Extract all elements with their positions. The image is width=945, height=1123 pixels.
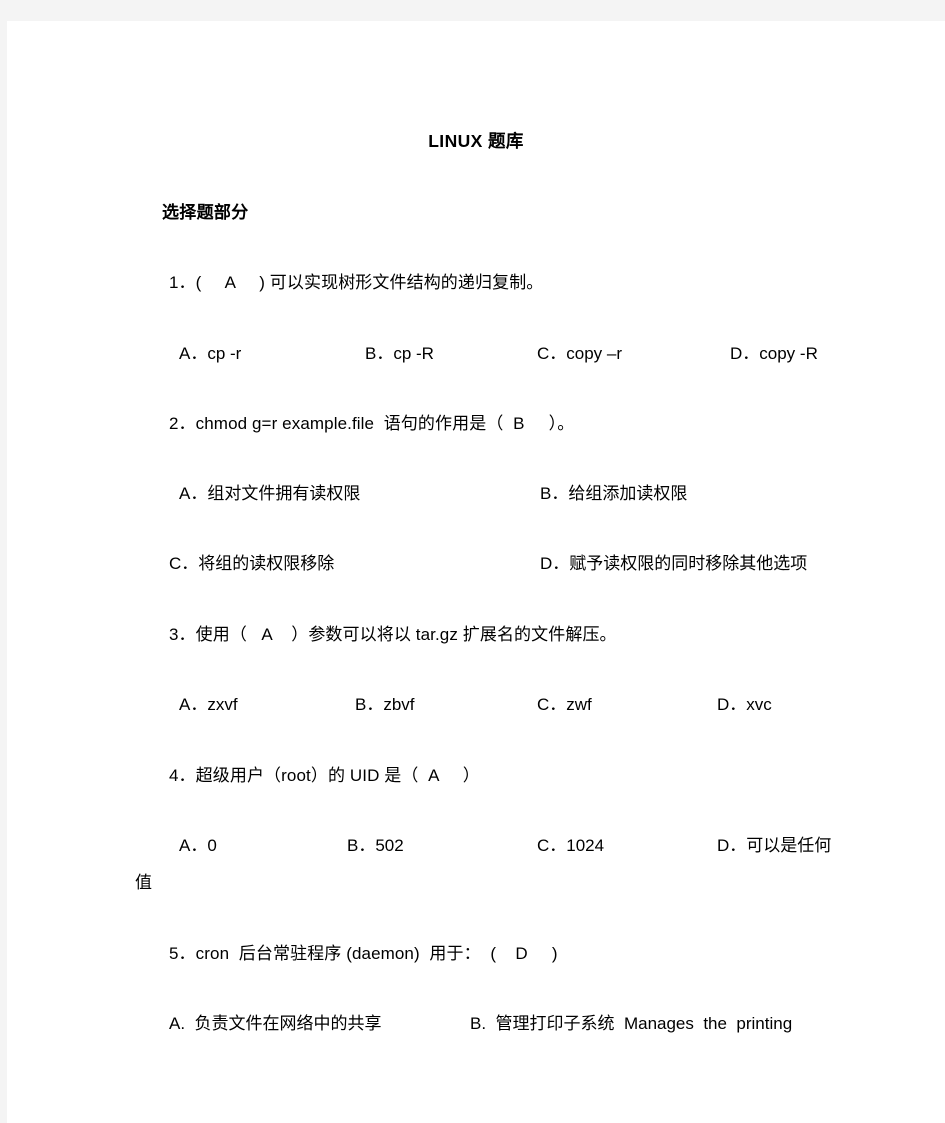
- option-q4-c: C．1024: [537, 836, 605, 855]
- option-q3-d: D．xvc: [717, 695, 772, 714]
- option-q4-d: D．可以是任何: [717, 836, 832, 855]
- section-heading: 选择题部分: [162, 203, 249, 222]
- option-q2-c: C．将组的读权限移除: [169, 554, 335, 573]
- option-q3-b: B．zbvf: [355, 695, 415, 714]
- option-row-q3-0: A．zxvf B．zbvf C．zwf D．xvc: [7, 695, 945, 717]
- question-stem-4: 4．超级用户（root）的 UID 是（ A ）: [169, 766, 480, 785]
- viewer-top-band: [0, 0, 945, 21]
- question-stem-1: 1．( A ) 可以实现树形文件结构的递归复制。: [169, 273, 544, 292]
- option-q5-a: A. 负责文件在网络中的共享: [169, 1014, 382, 1033]
- option-row-q2-0: A．组对文件拥有读权限 B．给组添加读权限: [7, 484, 945, 506]
- option-q4-a: A．0: [179, 836, 217, 855]
- option-q1-d: D．copy -R: [730, 344, 818, 363]
- option-q2-b: B．给组添加读权限: [540, 484, 688, 503]
- document-title: LINUX 题库: [428, 131, 524, 151]
- question-stem-3: 3．使用（ A ）参数可以将以 tar.gz 扩展名的文件解压。: [169, 625, 617, 644]
- document-viewer: LINUX 题库 选择题部分 1．( A ) 可以实现树形文件结构的递归复制。 A…: [0, 0, 945, 1123]
- question-stem-2: 2．chmod g=r example.file 语句的作用是（ B ）。: [169, 414, 575, 433]
- option-q5-b: B. 管理打印子系统 Manages the printing: [470, 1014, 793, 1033]
- document-content: LINUX 题库 选择题部分 1．( A ) 可以实现树形文件结构的递归复制。 A…: [7, 21, 945, 1123]
- option-q3-c: C．zwf: [537, 695, 592, 714]
- viewer-left-band: [0, 0, 7, 1123]
- option-q2-a: A．组对文件拥有读权限: [179, 484, 361, 503]
- option-row-q1-0: A．cp -r B．cp -R C．copy –r D．copy -R: [7, 344, 945, 366]
- option-q1-b: B．cp -R: [365, 344, 434, 363]
- option-q1-c: C．copy –r: [537, 344, 623, 363]
- option-q3-a: A．zxvf: [179, 695, 238, 714]
- option-q2-d: D．赋予读权限的同时移除其他选项: [540, 554, 808, 573]
- option-row-q5-0: A. 负责文件在网络中的共享 B. 管理打印子系统 Manages the pri…: [7, 1014, 945, 1036]
- option-q4-b: B．502: [347, 836, 404, 855]
- option-row-q4-0: A．0 B．502 C．1024 D．可以是任何: [7, 836, 945, 858]
- document-page: LINUX 题库 选择题部分 1．( A ) 可以实现树形文件结构的递归复制。 A…: [7, 21, 945, 1123]
- question-stem-5: 5．cron 后台常驻程序 (daemon) 用于： ( D ): [169, 944, 558, 963]
- option-q1-a: A．cp -r: [179, 344, 242, 363]
- option-row-q2-1: C．将组的读权限移除 D．赋予读权限的同时移除其他选项: [7, 554, 945, 576]
- option-wrap-continuation-q4: 值: [135, 873, 152, 892]
